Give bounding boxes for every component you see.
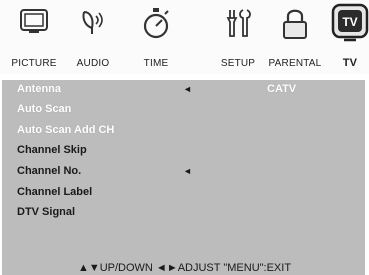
menu-item-channel-label[interactable]: Channel Label [17, 183, 92, 201]
menu-item-antenna[interactable]: Antenna [17, 80, 61, 98]
tools-icon [223, 6, 253, 45]
tab-label: PICTURE [11, 58, 57, 69]
tab-label: TV [342, 57, 358, 69]
tv-icon: TV [330, 2, 369, 53]
left-arrow-icon[interactable]: ◄ [183, 84, 192, 94]
navigation-hint: ▲▼UP/DOWN ◄►ADJUST "MENU":EXIT [77, 262, 292, 274]
tab-setup[interactable]: SETUP [213, 0, 263, 74]
tab-label: SETUP [220, 58, 256, 69]
menu-item-auto-scan[interactable]: Auto Scan [17, 100, 71, 118]
lock-icon [279, 6, 311, 45]
tab-parental[interactable]: PARENTAL [265, 0, 325, 74]
menu-tab-bar: PICTURE AUDIO TIME SETUP PARENTAL TV TV [0, 0, 369, 74]
picture-icon [17, 6, 51, 41]
tab-tv[interactable]: TV TV [331, 0, 369, 74]
menu-item-channel-skip[interactable]: Channel Skip [17, 141, 87, 159]
tab-label: AUDIO [76, 58, 110, 69]
audio-icon [76, 6, 110, 43]
tab-picture[interactable]: PICTURE [4, 0, 64, 74]
tab-label: PARENTAL [268, 58, 322, 69]
menu-item-dtv-signal[interactable]: DTV Signal [17, 203, 75, 221]
menu-item-channel-no[interactable]: Channel No. [17, 162, 81, 180]
tab-label: TIME [143, 58, 169, 69]
menu-item-auto-scan-add-ch[interactable]: Auto Scan Add CH [17, 121, 114, 139]
left-arrow-icon[interactable]: ◄ [183, 166, 192, 176]
svg-text:TV: TV [342, 15, 357, 29]
stopwatch-icon [140, 6, 172, 45]
antenna-value[interactable]: CATV [267, 83, 296, 95]
tab-time[interactable]: TIME [128, 0, 184, 74]
tab-audio[interactable]: AUDIO [66, 0, 120, 74]
